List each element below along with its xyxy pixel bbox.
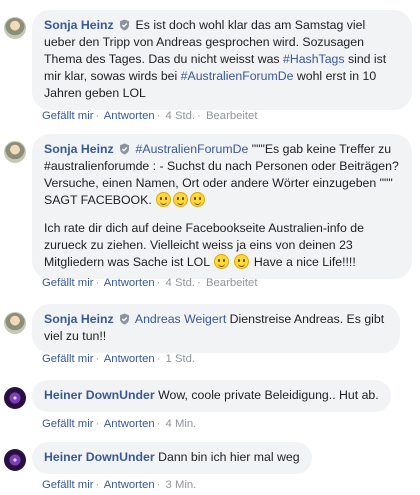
comment-actions: Gefällt mir · Antworten · 4 Min. <box>42 418 197 430</box>
shield-badge-icon <box>120 143 130 155</box>
reply-button[interactable]: Antworten <box>104 277 155 289</box>
like-button[interactable]: Gefällt mir <box>42 418 93 430</box>
comment-text: Dann bin ich hier mal weg <box>154 450 300 464</box>
edited-label[interactable]: Bearbeitet <box>206 110 258 122</box>
smiley-emoji-icon <box>173 192 189 207</box>
comment-paragraph: Ich rate dir dich auf deine Facebookseit… <box>44 220 400 271</box>
shield-badge-icon <box>120 313 130 325</box>
smiley-emoji-icon <box>156 192 172 207</box>
author-name[interactable]: Sonja Heinz <box>44 312 114 326</box>
avatar[interactable] <box>4 387 26 409</box>
avatar[interactable] <box>4 312 26 334</box>
comment-text: Wow, coole private Beleidigung.. Hut ab. <box>154 388 379 402</box>
comment-bubble: Sonja Heinz #AustralienForumDe """Es gab… <box>32 134 412 279</box>
avatar[interactable] <box>4 449 26 471</box>
comment-bubble: Sonja Heinz Andreas Weigert Dienstreise … <box>32 304 400 353</box>
timestamp[interactable]: 1 Std. <box>166 353 196 365</box>
author-name[interactable]: Heiner DownUnder <box>44 450 155 464</box>
avatar[interactable] <box>4 17 26 39</box>
like-button[interactable]: Gefällt mir <box>42 479 93 491</box>
timestamp[interactable]: 4 Std. <box>166 277 196 289</box>
comment-actions: Gefällt mir · Antworten · 3 Min. <box>42 479 197 491</box>
author-name[interactable]: Sonja Heinz <box>44 18 114 32</box>
comment-bubble: Heiner DownUnder Wow, coole private Bele… <box>32 380 391 412</box>
smiley-emoji-icon <box>214 254 230 269</box>
like-button[interactable]: Gefällt mir <box>42 277 93 289</box>
reply-button[interactable]: Antworten <box>104 353 155 365</box>
like-button[interactable]: Gefällt mir <box>42 110 93 122</box>
comment-bubble: Sonja Heinz Es ist doch wohl klar das am… <box>32 10 412 110</box>
reply-button[interactable]: Antworten <box>104 110 155 122</box>
timestamp[interactable]: 3 Min. <box>166 479 197 491</box>
avatar[interactable] <box>4 141 26 163</box>
timestamp[interactable]: 4 Min. <box>166 418 197 430</box>
comment-actions: Gefällt mir · Antworten · 4 Std. · Bearbeit… <box>42 277 258 289</box>
hashtag-link[interactable]: #HashTags <box>283 52 345 66</box>
comment-text: Have a nice Life!!!! <box>253 255 356 269</box>
reply-button[interactable]: Antworten <box>104 418 155 430</box>
hashtag-link[interactable]: #AustralienForumDe <box>136 142 249 156</box>
comment-actions: Gefällt mir · Antworten · 4 Std. · Bearbeit… <box>42 110 258 122</box>
smiley-emoji-icon <box>190 192 206 207</box>
comment-bubble: Heiner DownUnder Dann bin ich hier mal w… <box>32 442 312 474</box>
reply-button[interactable]: Antworten <box>104 479 155 491</box>
mention-link[interactable]: Andreas Weigert <box>135 312 226 326</box>
shield-badge-icon <box>120 19 130 31</box>
smiley-emoji-icon <box>234 254 250 269</box>
edited-label[interactable]: Bearbeitet <box>206 277 258 289</box>
timestamp[interactable]: 4 Std. <box>166 110 196 122</box>
author-name[interactable]: Heiner DownUnder <box>44 388 155 402</box>
author-name[interactable]: Sonja Heinz <box>44 142 114 156</box>
like-button[interactable]: Gefällt mir <box>42 353 93 365</box>
comment-actions: Gefällt mir · Antworten · 1 Std. <box>42 353 196 365</box>
hashtag-link[interactable]: #AustralienForumDe <box>181 69 294 83</box>
